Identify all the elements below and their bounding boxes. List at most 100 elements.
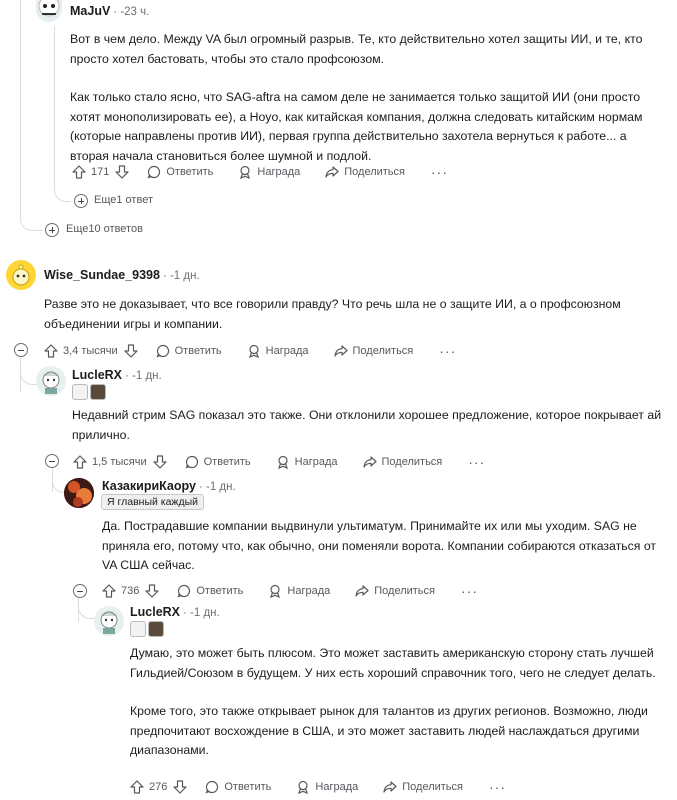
comment-body: Разве это не доказывает, что все говорил… <box>44 297 621 331</box>
share-icon <box>355 585 369 597</box>
reply-button[interactable]: Ответить <box>185 455 251 469</box>
comment-icon <box>185 455 198 469</box>
comment-body: Думаю, это может быть плюсом. Это может … <box>130 646 656 757</box>
vote-count: 1,5 тысячи <box>92 456 147 468</box>
more-icon[interactable]: ··· <box>468 455 485 469</box>
comment-icon <box>147 165 161 179</box>
share-icon <box>362 456 377 468</box>
thread-curve <box>20 370 37 385</box>
avatar[interactable] <box>36 0 62 22</box>
flair-emoji <box>90 384 106 400</box>
share-button[interactable]: Поделиться <box>383 780 463 794</box>
more-replies-link[interactable]: Еще10 ответов <box>66 223 143 235</box>
upvote-button[interactable]: 3,4 тысячи <box>44 344 118 358</box>
comment-icon <box>205 780 219 794</box>
vote-count: 276 <box>149 781 168 793</box>
comment-actions: 1,5 тысячи Ответить Награда Поделиться ·… <box>73 453 485 471</box>
comment-icon <box>156 344 169 358</box>
comment-author[interactable]: LucleRX · -1 дн. <box>72 368 162 382</box>
collapse-icon[interactable] <box>45 454 59 468</box>
upvote-button[interactable]: 736 <box>102 584 139 598</box>
avatar[interactable] <box>64 478 94 508</box>
award-icon <box>270 584 281 598</box>
comment-author[interactable]: MaJuV · -23 ч. <box>70 4 149 18</box>
comment-author[interactable]: КазакириКаору · -1 дн. <box>102 479 236 493</box>
flair-emoji <box>72 384 88 400</box>
downvote-button[interactable] <box>173 780 187 794</box>
comment-icon <box>177 584 191 598</box>
comment-time: · -1 дн. <box>183 607 220 619</box>
reply-button[interactable]: Ответить <box>205 780 271 794</box>
avatar[interactable] <box>6 260 36 290</box>
flair-emoji <box>130 621 146 637</box>
upvote-button[interactable]: 171 <box>72 165 109 179</box>
collapse-icon[interactable] <box>73 584 87 598</box>
share-button[interactable]: Поделиться <box>325 165 405 179</box>
reply-button[interactable]: Ответить <box>156 344 222 358</box>
upvote-button[interactable]: 276 <box>130 780 167 794</box>
user-flair <box>130 621 164 637</box>
comment-actions: 171 Ответить Награда Поделиться ··· <box>72 163 448 181</box>
comment-time: · -1 дн. <box>198 481 236 493</box>
collapse-icon[interactable] <box>14 343 28 357</box>
downvote-icon <box>153 455 167 469</box>
upvote-icon <box>44 344 58 358</box>
upvote-icon <box>73 455 87 469</box>
downvote-icon <box>173 780 187 794</box>
thread-line <box>54 26 55 192</box>
comment-time: · -1 дн. <box>162 270 200 282</box>
share-icon <box>383 781 397 793</box>
vote-count: 736 <box>121 585 140 597</box>
more-icon[interactable]: ··· <box>489 780 506 794</box>
share-icon <box>333 345 348 357</box>
award-icon <box>277 455 288 469</box>
upvote-icon <box>130 780 144 794</box>
share-button[interactable]: Поделиться <box>333 344 413 358</box>
award-button[interactable]: Награда <box>276 455 338 469</box>
user-flair <box>72 384 106 400</box>
award-button[interactable]: Награда <box>268 584 330 598</box>
more-replies-link[interactable]: Еще1 ответ <box>94 194 153 206</box>
user-flair: Я главный каждый <box>101 494 204 510</box>
more-icon[interactable]: ··· <box>461 584 478 598</box>
award-icon <box>248 344 259 358</box>
avatar[interactable] <box>36 366 66 396</box>
award-icon <box>298 780 309 794</box>
vote-count: 171 <box>91 166 110 178</box>
award-button[interactable]: Награда <box>296 780 358 794</box>
avatar[interactable] <box>94 606 124 636</box>
downvote-button[interactable] <box>153 455 167 469</box>
expand-icon[interactable] <box>74 194 88 208</box>
comment-time: · -23 ч. <box>113 6 150 18</box>
thread-curve <box>54 186 71 202</box>
award-icon <box>240 165 251 179</box>
reply-button[interactable]: Ответить <box>177 584 243 598</box>
downvote-icon <box>115 165 129 179</box>
comment-time: · -1 дн. <box>125 370 162 382</box>
comment-body: Да. Пострадавшие компании выдвинули ульт… <box>102 519 657 572</box>
upvote-button[interactable]: 1,5 тысячи <box>73 455 147 469</box>
share-button[interactable]: Поделиться <box>362 455 442 469</box>
comment-actions: 736 Ответить Награда Поделиться ··· <box>102 582 478 600</box>
flair-emoji <box>148 621 164 637</box>
thread-curve <box>20 214 43 231</box>
downvote-button[interactable] <box>115 165 129 179</box>
share-button[interactable]: Поделиться <box>355 584 435 598</box>
downvote-icon <box>124 344 138 358</box>
comment-author[interactable]: LucleRX · -1 дн. <box>130 605 220 619</box>
expand-icon[interactable] <box>45 223 59 237</box>
downvote-icon <box>145 584 159 598</box>
thread-curve <box>78 604 95 619</box>
comment-actions: 276 Ответить Награда Поделиться ··· <box>130 778 506 796</box>
reply-button[interactable]: Ответить <box>147 165 213 179</box>
more-icon[interactable]: ··· <box>439 344 456 358</box>
upvote-icon <box>102 584 116 598</box>
more-icon[interactable]: ··· <box>431 165 448 179</box>
comment-author[interactable]: Wise_Sundae_9398 · -1 дн. <box>44 268 200 282</box>
downvote-button[interactable] <box>124 344 138 358</box>
share-icon <box>325 166 339 178</box>
award-button[interactable]: Награда <box>247 344 309 358</box>
award-button[interactable]: Награда <box>238 165 300 179</box>
downvote-button[interactable] <box>145 584 159 598</box>
comment-body: Вот в чем дело. Между VA был огромный ра… <box>70 32 643 163</box>
